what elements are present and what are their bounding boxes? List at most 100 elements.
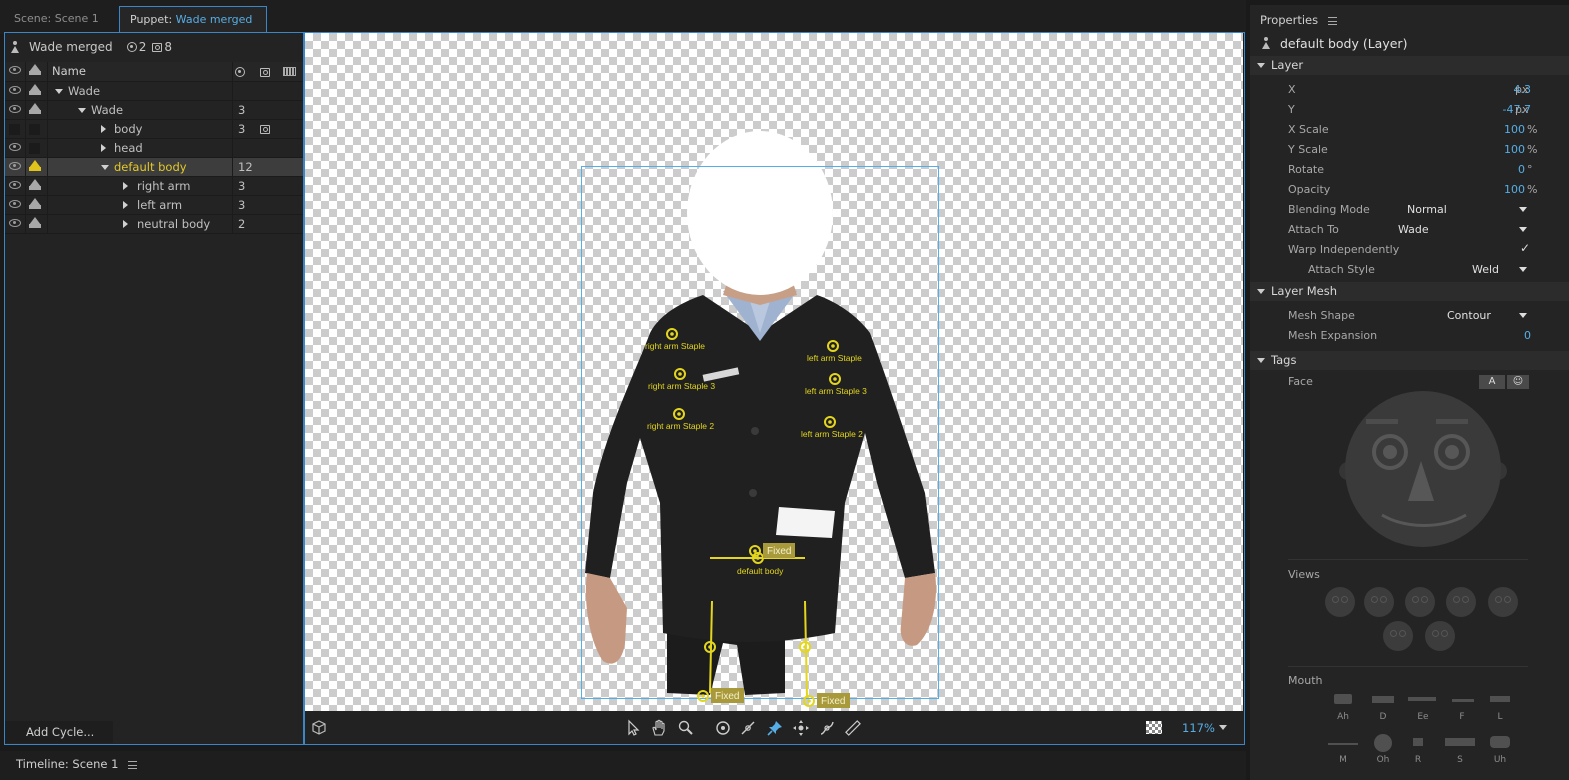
blending-mode-dropdown[interactable]: Normal xyxy=(1401,201,1531,218)
mouth-oh-icon[interactable] xyxy=(1374,734,1392,752)
crown-icon[interactable] xyxy=(29,84,43,97)
layer-row-selected[interactable]: default body 12 xyxy=(5,158,303,177)
tag-face-view-button[interactable]: ☺ xyxy=(1507,375,1529,389)
mouth-m-label: M xyxy=(1339,755,1347,765)
view-face-icon[interactable] xyxy=(1446,587,1476,617)
expand-triangle-icon[interactable] xyxy=(78,108,86,113)
prop-xscale-value[interactable]: 100 xyxy=(1504,123,1525,136)
prop-warp-label: Warp Independently xyxy=(1288,243,1400,256)
collapse-triangle-icon[interactable] xyxy=(123,182,128,190)
camera-icon xyxy=(152,42,163,52)
fixed-label: Fixed xyxy=(715,691,739,702)
attach-style-dropdown[interactable]: Weld xyxy=(1466,261,1531,278)
prop-rotate-value[interactable]: 0 xyxy=(1518,163,1525,176)
zoom-level[interactable]: 117% xyxy=(1182,721,1215,735)
layer-row[interactable]: head xyxy=(5,139,303,158)
layer-row[interactable]: right arm 3 xyxy=(5,177,303,196)
prop-xscale-unit: % xyxy=(1527,123,1538,136)
collapse-triangle-icon[interactable] xyxy=(123,220,128,228)
tab-puppet[interactable]: Puppet: Wade merged xyxy=(119,6,267,50)
tab-scene[interactable]: Scene: Scene 1 xyxy=(4,6,109,32)
mouth-ah-icon[interactable] xyxy=(1334,694,1352,704)
visibility-off-toggle[interactable] xyxy=(9,124,23,135)
attach-to-dropdown[interactable]: Wade xyxy=(1392,221,1531,238)
panel-menu-icon[interactable] xyxy=(128,760,138,769)
expand-triangle-icon[interactable] xyxy=(101,165,109,170)
mouth-oh-label: Oh xyxy=(1376,755,1390,765)
layer-name: right arm xyxy=(137,179,191,193)
layer-name: Wade xyxy=(68,84,101,98)
mesh-shape-dropdown[interactable]: Contour xyxy=(1441,307,1531,324)
eye-icon[interactable] xyxy=(9,86,23,96)
mouth-uh-icon[interactable] xyxy=(1490,736,1510,748)
view-face-icon[interactable] xyxy=(1364,587,1394,617)
view-face-icon[interactable] xyxy=(1488,587,1518,617)
bend-tool-icon[interactable] xyxy=(818,719,836,737)
mouth-l-icon[interactable] xyxy=(1490,696,1510,702)
tab-timeline[interactable]: Timeline: Scene 1 xyxy=(16,757,138,771)
section-tags[interactable]: Tags xyxy=(1250,351,1569,370)
mouth-f-icon[interactable] xyxy=(1452,699,1474,702)
eye-icon[interactable] xyxy=(9,143,23,153)
crown-icon[interactable] xyxy=(29,198,43,211)
panel-menu-icon[interactable] xyxy=(1327,16,1337,25)
prop-opacity-label: Opacity xyxy=(1288,183,1331,196)
stick-tool-icon[interactable] xyxy=(739,719,757,737)
view-face-icon[interactable] xyxy=(1425,621,1455,651)
eye-icon[interactable] xyxy=(9,200,23,210)
views-label: Views xyxy=(1288,568,1320,581)
layer-row[interactable]: Wade xyxy=(5,82,303,101)
view-face-icon[interactable] xyxy=(1405,587,1435,617)
tag-text-view-button[interactable]: A xyxy=(1479,375,1505,389)
mouth-m-icon[interactable] xyxy=(1328,743,1358,745)
grid-column-icon[interactable] xyxy=(283,67,296,76)
mouth-s-icon[interactable] xyxy=(1445,738,1475,746)
eye-icon[interactable] xyxy=(9,105,23,115)
section-layer[interactable]: Layer xyxy=(1250,56,1569,75)
eye-icon[interactable] xyxy=(9,181,23,191)
independence-off-toggle[interactable] xyxy=(29,124,43,137)
warp-independently-checkbox[interactable]: ✓ xyxy=(1520,241,1530,255)
transparency-grid-toggle[interactable] xyxy=(1146,721,1162,734)
face-tag-diagram[interactable] xyxy=(1336,389,1512,551)
prop-opacity-value[interactable]: 100 xyxy=(1504,183,1525,196)
collapse-triangle-icon[interactable] xyxy=(101,144,106,152)
prop-mesh-expansion-value[interactable]: 0 xyxy=(1524,329,1531,342)
hand-tool-icon[interactable] xyxy=(650,719,668,737)
layer-row[interactable]: neutral body 2 xyxy=(5,215,303,234)
collapse-triangle-icon[interactable] xyxy=(123,201,128,209)
left-eyebrow-tag[interactable] xyxy=(1366,419,1398,424)
pin-tool-icon[interactable] xyxy=(766,719,784,737)
right-eyebrow-tag[interactable] xyxy=(1436,419,1468,424)
layer-row[interactable]: left arm 3 xyxy=(5,196,303,215)
layer-row[interactable]: body 3 xyxy=(5,120,303,139)
view-face-icon[interactable] xyxy=(1325,587,1355,617)
view-face-icon[interactable] xyxy=(1383,621,1413,651)
prop-yscale-value[interactable]: 100 xyxy=(1504,143,1525,156)
puppet-canvas[interactable]: right arm Staple left arm Staple right a… xyxy=(305,33,1243,711)
zoom-dropdown-icon[interactable] xyxy=(1219,725,1227,730)
crown-icon[interactable] xyxy=(29,103,43,116)
puppet-artwork: right arm Staple left arm Staple right a… xyxy=(581,131,939,708)
independence-off-toggle[interactable] xyxy=(29,143,43,156)
mouth-d-icon[interactable] xyxy=(1372,696,1394,703)
expand-triangle-icon[interactable] xyxy=(55,89,63,94)
crown-icon[interactable] xyxy=(29,217,43,230)
name-column-header[interactable]: Name xyxy=(52,64,86,78)
crown-icon[interactable] xyxy=(29,160,43,173)
add-cycle-button[interactable]: Add Cycle... xyxy=(5,721,113,743)
mouth-r-icon[interactable] xyxy=(1413,738,1423,746)
layer-row[interactable]: Wade 3 xyxy=(5,101,303,120)
zoom-tool-icon[interactable] xyxy=(677,719,695,737)
eye-icon[interactable] xyxy=(9,162,23,172)
dragger-tool-icon[interactable] xyxy=(792,719,810,737)
section-layer-mesh[interactable]: Layer Mesh xyxy=(1250,282,1569,301)
mouth-ee-icon[interactable] xyxy=(1408,697,1436,701)
crown-icon[interactable] xyxy=(29,179,43,192)
origin-tool-icon[interactable] xyxy=(714,719,732,737)
eye-icon[interactable] xyxy=(9,219,23,229)
puppet-cube-icon[interactable] xyxy=(310,719,328,737)
select-tool-icon[interactable] xyxy=(624,719,642,737)
collapse-triangle-icon[interactable] xyxy=(101,125,106,133)
stick-draw-tool-icon[interactable] xyxy=(844,719,862,737)
